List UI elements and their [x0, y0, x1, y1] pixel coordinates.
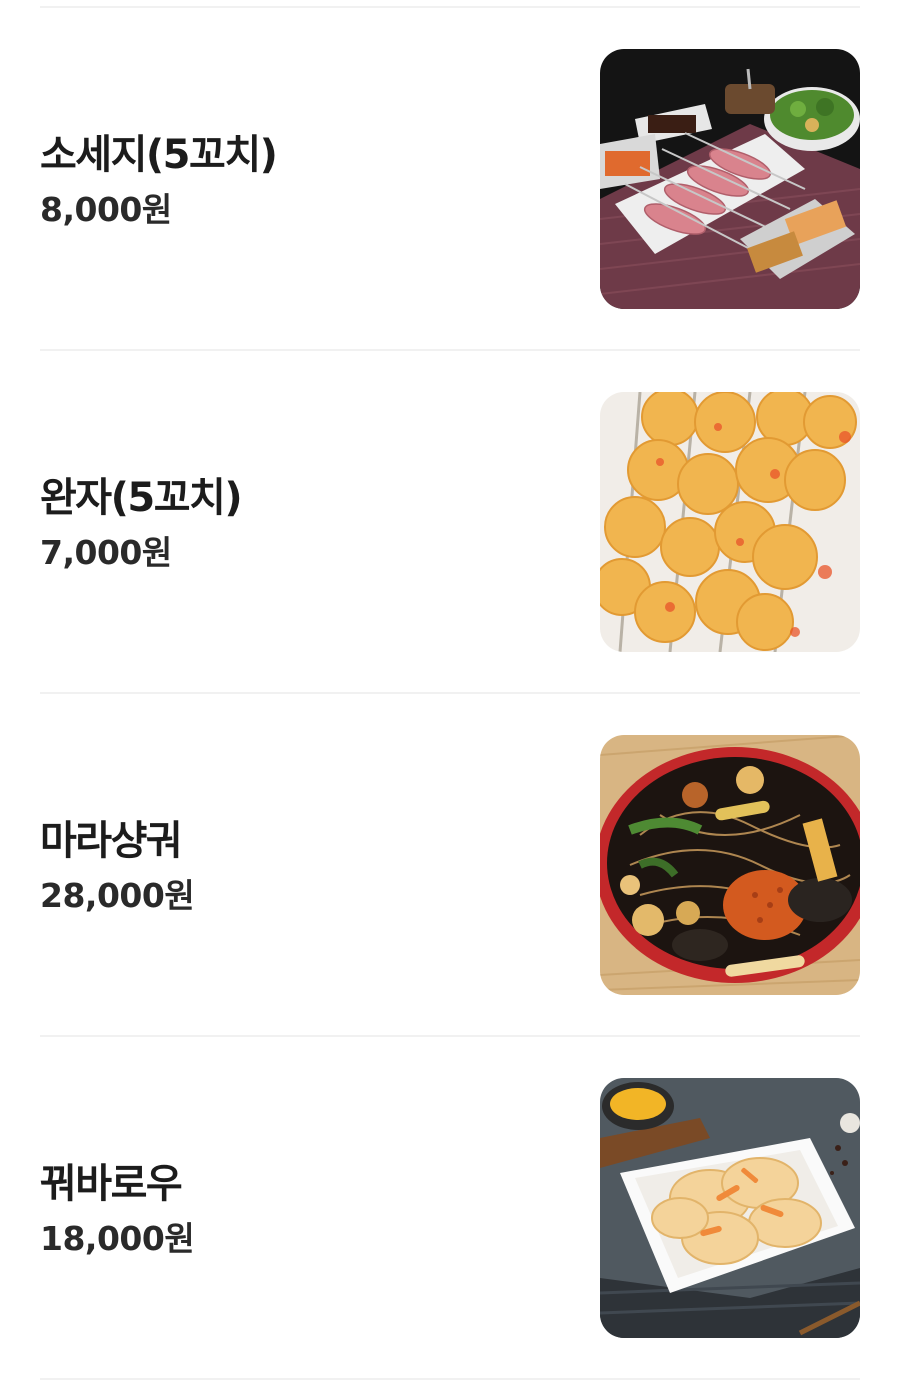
menu-item-name: 마라샹궈 — [40, 817, 183, 864]
menu-item-sausage[interactable]: 소세지(5꼬치) 8,000원 — [40, 8, 860, 349]
menu-item-meatball[interactable]: 완자(5꼬치) 7,000원 — [40, 351, 860, 692]
divider — [40, 1378, 860, 1380]
menu-item-text: 마라샹궈 28,000원 — [40, 811, 195, 919]
mala-xiangguo-image — [600, 734, 860, 995]
menu-item-text: 꿔바로우 18,000원 — [40, 1154, 195, 1262]
menu-item-name: 소세지(5꼬치) — [40, 131, 278, 178]
menu-item-price: 18,000원 — [40, 1218, 195, 1258]
menu-item-text: 소세지(5꼬치) 8,000원 — [40, 125, 278, 233]
guobaorou-image — [600, 1077, 860, 1338]
menu-item-price: 8,000원 — [40, 189, 172, 229]
guobaorou-photo[interactable] — [600, 1077, 860, 1338]
menu-item-mala-xiangguo[interactable]: 마라샹궈 28,000원 — [40, 694, 860, 1035]
menu-item-name: 완자(5꼬치) — [40, 474, 243, 521]
menu-item-price: 7,000원 — [40, 532, 172, 572]
meatball-skewers-photo[interactable] — [600, 391, 860, 652]
mala-xiangguo-photo[interactable] — [600, 734, 860, 995]
sausage-skewers-photo[interactable] — [600, 48, 860, 309]
menu-item-price: 28,000원 — [40, 875, 195, 915]
menu-item-name: 꿔바로우 — [40, 1160, 183, 1207]
sausage-skewers-image — [600, 48, 860, 309]
menu-list: 소세지(5꼬치) 8,000원 완자(5꼬치) 7,000원 마라샹궈 28,0… — [40, 0, 860, 1380]
menu-item-guobaorou[interactable]: 꿔바로우 18,000원 — [40, 1037, 860, 1378]
menu-item-text: 완자(5꼬치) 7,000원 — [40, 468, 243, 576]
meatball-skewers-image — [600, 391, 860, 652]
